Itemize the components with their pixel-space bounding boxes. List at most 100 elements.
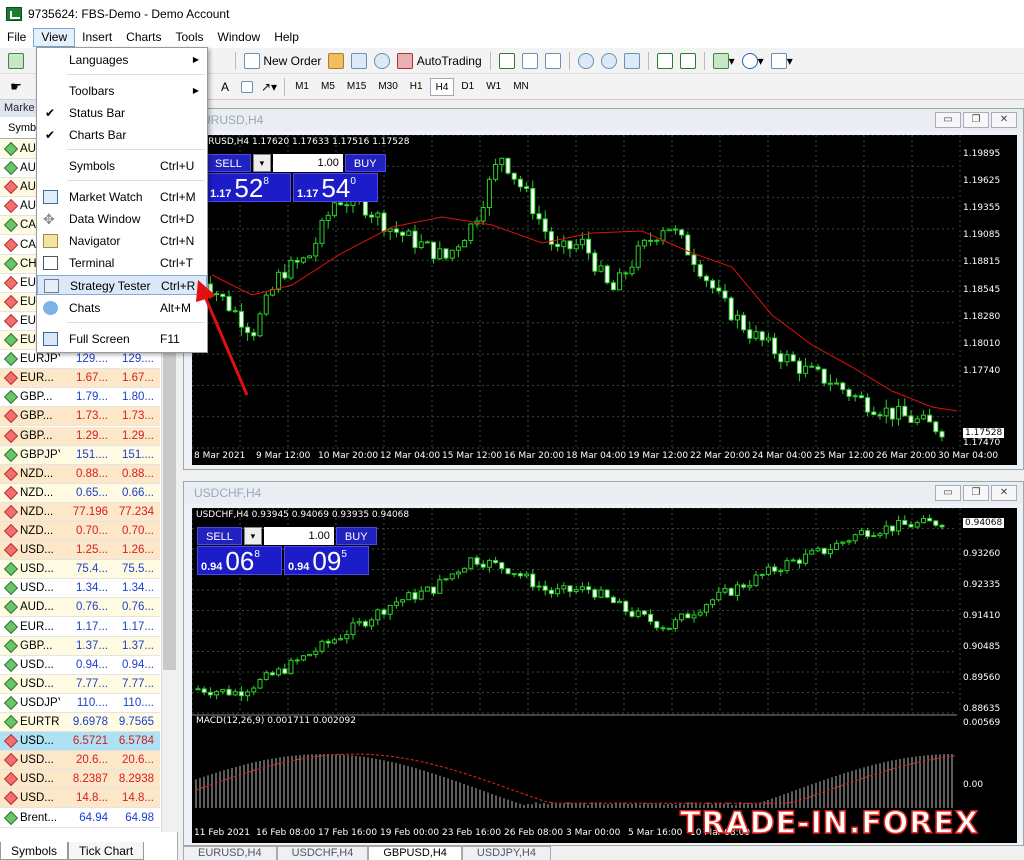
tf-d1[interactable]: D1 <box>456 78 479 96</box>
tf-m5[interactable]: M5 <box>316 78 340 96</box>
market-watch-row[interactable]: GBP... 1.37... 1.37... <box>0 636 160 656</box>
signals-button[interactable] <box>372 51 392 71</box>
autoscroll-button[interactable] <box>655 51 675 71</box>
market-watch-row[interactable]: USD... 0.94... 0.94... <box>0 655 160 675</box>
menu-file[interactable]: File <box>0 28 33 47</box>
chart-tab[interactable]: USDCHF,H4 <box>276 846 369 860</box>
menu-item-toolbars[interactable]: Toolbars ▶ <box>37 81 207 101</box>
tf-w1[interactable]: W1 <box>481 78 506 96</box>
chart-canvas[interactable]: EURUSD,H4 1.17620 1.17633 1.17516 1.1752… <box>192 135 1017 465</box>
market-watch-row[interactable]: EUR... 1.67... 1.67... <box>0 369 160 389</box>
lot-size-input[interactable]: 1.00 <box>272 154 343 172</box>
menu-insert[interactable]: Insert <box>75 28 119 47</box>
menu-item-data-window[interactable]: ✥ Data Window Ctrl+D <box>37 209 207 229</box>
tf-h1[interactable]: H1 <box>405 78 428 96</box>
menu-item-status-bar[interactable]: ✔ Status Bar <box>37 103 207 123</box>
market-watch-row[interactable]: USD... 14.8... 14.8... <box>0 789 160 809</box>
cursor-button[interactable]: ☛ <box>6 77 26 97</box>
market-watch-row[interactable]: EURTRY 9.6978 9.7565 <box>0 713 160 732</box>
new-order-button[interactable]: New Order <box>242 51 323 71</box>
sell-price[interactable]: 1.17 52 8 <box>206 173 291 202</box>
lot-dropdown[interactable]: ▾ <box>243 527 262 545</box>
market-watch-row[interactable]: GBP... 1.73... 1.73... <box>0 407 160 427</box>
line-chart-button[interactable] <box>543 51 563 71</box>
autotrading-button[interactable]: AutoTrading <box>395 51 483 71</box>
minimize-button[interactable]: ▭ <box>935 485 961 501</box>
tile-windows-button[interactable] <box>622 51 642 71</box>
chart-tab[interactable]: GBPUSD,H4 <box>368 846 462 860</box>
market-watch-row[interactable]: USD... 75.4... 75.5... <box>0 560 160 580</box>
metaeditor-button[interactable] <box>326 51 346 71</box>
tf-m15[interactable]: M15 <box>342 78 371 96</box>
menu-item-chats[interactable]: Chats Alt+M <box>37 298 207 318</box>
market-watch-row[interactable]: GBP... 1.79... 1.80... <box>0 388 160 408</box>
sell-price[interactable]: 0.94 06 8 <box>197 546 282 575</box>
candle-chart-button[interactable] <box>520 51 540 71</box>
restore-button[interactable]: ❐ <box>963 485 989 501</box>
market-watch-row[interactable]: USD... 1.25... 1.26... <box>0 541 160 561</box>
menu-item-navigator[interactable]: Navigator Ctrl+N <box>37 231 207 251</box>
tf-m1[interactable]: M1 <box>290 78 314 96</box>
shapes-button[interactable]: ↗▾ <box>259 77 279 97</box>
menu-item-strategy-tester[interactable]: Strategy Tester Ctrl+R <box>37 275 207 295</box>
chart-tab[interactable]: USDJPY,H4 <box>461 846 551 860</box>
close-button[interactable]: ✕ <box>991 112 1017 128</box>
market-watch-row[interactable]: USD... 1.34... 1.34... <box>0 579 160 599</box>
market-watch-row[interactable]: NZD... 0.70... 0.70... <box>0 522 160 541</box>
market-watch-row[interactable]: EUR... 1.17... 1.17... <box>0 617 160 637</box>
label-tool-button[interactable] <box>237 77 257 97</box>
chart-shift-button[interactable] <box>678 51 698 71</box>
bar-chart-button[interactable] <box>497 51 517 71</box>
market-watch-row[interactable]: GBPJPY 151.... 151.... <box>0 445 160 465</box>
text-tool-button[interactable]: A <box>215 77 235 97</box>
market-watch-row[interactable]: NZD... 0.88... 0.88... <box>0 464 160 484</box>
periods-button[interactable]: ▾ <box>740 51 766 71</box>
menu-item-languages[interactable]: Languages ▶ <box>37 50 207 70</box>
menu-item-symbols[interactable]: Symbols Ctrl+U <box>37 156 207 176</box>
new-chart-button[interactable] <box>6 51 26 71</box>
market-watch-row[interactable]: USD... 8.2387 8.2938 <box>0 770 160 790</box>
market-watch-row[interactable]: USD... 20.6... 20.6... <box>0 751 160 771</box>
market-watch-row[interactable]: USD... 6.5721 6.5784 <box>0 732 160 752</box>
indicators-button[interactable]: ▾ <box>711 51 737 71</box>
lot-size-input[interactable]: 1.00 <box>263 527 334 545</box>
market-watch-row[interactable]: Brent... 64.94 64.98 <box>0 808 160 828</box>
zoom-out-button[interactable] <box>599 51 619 71</box>
market-watch-row[interactable]: NZD... 0.65... 0.66... <box>0 483 160 503</box>
market-watch-row[interactable]: AUD... 0.76... 0.76... <box>0 598 160 618</box>
menu-item-charts-bar[interactable]: ✔ Charts Bar <box>37 125 207 145</box>
minimize-button[interactable]: ▭ <box>935 112 961 128</box>
menu-window[interactable]: Window <box>211 28 268 47</box>
buy-button[interactable]: BUY <box>344 154 386 172</box>
restore-button[interactable]: ❐ <box>963 112 989 128</box>
menu-item-market-watch[interactable]: Market Watch Ctrl+M <box>37 187 207 207</box>
sell-button[interactable]: SELL <box>197 527 242 545</box>
buy-price[interactable]: 0.94 09 5 <box>284 546 369 575</box>
buy-button[interactable]: BUY <box>335 527 377 545</box>
lot-dropdown[interactable]: ▾ <box>252 154 271 172</box>
menu-tools[interactable]: Tools <box>169 28 211 47</box>
market-button[interactable] <box>349 51 369 71</box>
market-watch-row[interactable]: GBP... 1.29... 1.29... <box>0 426 160 446</box>
menu-help[interactable]: Help <box>267 28 306 47</box>
buy-price[interactable]: 1.17 54 0 <box>293 173 378 202</box>
zoom-in-button[interactable] <box>576 51 596 71</box>
market-watch-row[interactable]: USD... 7.77... 7.77... <box>0 674 160 694</box>
chart-tab[interactable]: EURUSD,H4 <box>183 846 277 860</box>
sell-button[interactable]: SELL <box>206 154 251 172</box>
tab-symbols[interactable]: Symbols <box>0 842 69 860</box>
close-button[interactable]: ✕ <box>991 485 1017 501</box>
tf-h4[interactable]: H4 <box>429 77 455 96</box>
menu-item-terminal[interactable]: Terminal Ctrl+T <box>37 253 207 273</box>
chart-window-eurusd: EURUSD,H4 ▭ ❐ ✕ EURUSD,H4 1.17620 1.1763… <box>183 108 1024 470</box>
templates-button[interactable]: ▾ <box>769 51 795 71</box>
tab-tick-chart[interactable]: Tick Chart <box>68 842 145 860</box>
menu-charts[interactable]: Charts <box>119 28 168 47</box>
tf-mn[interactable]: MN <box>508 78 534 96</box>
market-watch-row[interactable]: NZD... 77.196 77.234 <box>0 502 160 522</box>
menu-view[interactable]: View <box>33 28 76 47</box>
market-watch-row[interactable]: USDJPY 110.... 110.... <box>0 693 160 713</box>
tf-m30[interactable]: M30 <box>373 78 402 96</box>
menu-item-full-screen[interactable]: Full Screen F11 <box>37 329 207 349</box>
chart-canvas[interactable]: USDCHF,H4 0.93945 0.94069 0.93935 0.9406… <box>192 508 1017 843</box>
